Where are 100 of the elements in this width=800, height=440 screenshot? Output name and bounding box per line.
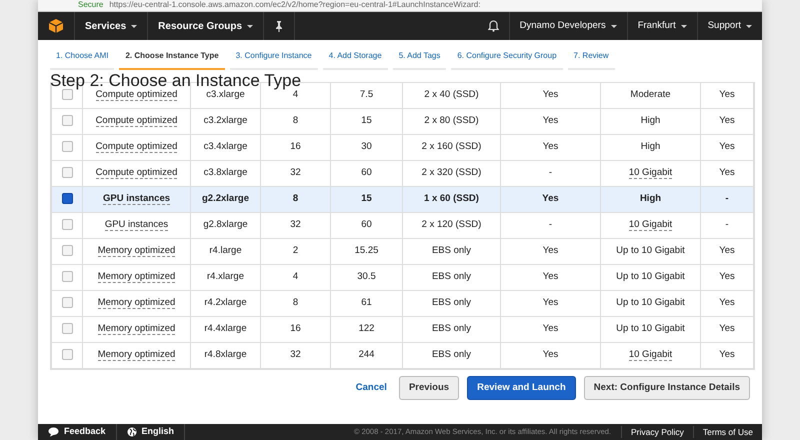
table-cell: Up to 10 Gigabit xyxy=(616,245,685,256)
table-cell: 2 x 320 (SSD) xyxy=(422,167,482,178)
table-cell: - xyxy=(548,167,552,178)
table-cell: 1 x 60 (SSD) xyxy=(424,193,479,204)
table-cell: EBS only xyxy=(432,349,472,360)
table-cell: c3.8xlarge xyxy=(204,167,248,178)
table-cell: - xyxy=(548,219,552,230)
row-checkbox[interactable] xyxy=(62,245,72,256)
nav-menu[interactable]: Services xyxy=(75,12,148,40)
table-cell: Yes xyxy=(542,193,559,204)
row-checkbox[interactable] xyxy=(62,89,72,100)
table-cell: Yes xyxy=(542,349,558,360)
table-cell: Yes xyxy=(719,115,735,126)
table-cell: 15.25 xyxy=(354,245,378,256)
table-cell: Yes xyxy=(542,323,558,334)
table-cell: 2 xyxy=(292,245,298,256)
table-cell: Yes xyxy=(542,115,558,126)
table-cell: GPU instances xyxy=(102,193,170,206)
table-cell: c3.4xlarge xyxy=(204,141,248,152)
table-cell: Yes xyxy=(719,349,735,360)
table-cell: Compute optimized xyxy=(96,115,178,128)
table-cell: Moderate xyxy=(630,89,671,100)
table-cell: r4.4xlarge xyxy=(204,323,247,334)
page-heading: Step 2: Choose an Instance Type xyxy=(50,70,302,90)
table-cell: Compute optimized xyxy=(96,167,178,180)
table-cell: 60 xyxy=(361,167,372,178)
row-checkbox[interactable] xyxy=(62,141,72,152)
table-cell: Memory optimized xyxy=(98,245,176,258)
table-cell: Yes xyxy=(719,245,735,256)
table-cell: 8 xyxy=(292,115,298,126)
address-bar[interactable]: Secure https://eu-central-1.console.aws.amazon.com/ec2/v2/home?region=eu-central-1#LaunchInstanceWizard: xyxy=(38,0,762,12)
table-cell: - xyxy=(725,219,729,230)
table-cell: EBS only xyxy=(432,271,472,282)
row-checkbox[interactable] xyxy=(62,115,72,126)
table-cell: 32 xyxy=(290,219,301,230)
table-cell: Compute optimized xyxy=(96,89,178,102)
wizard-tab[interactable]: 6. Configure Security Group xyxy=(451,50,563,70)
nav-menu[interactable]: Support xyxy=(696,12,762,40)
row-checkbox[interactable] xyxy=(62,323,72,334)
table-cell: Memory optimized xyxy=(98,271,176,284)
nav-menu[interactable]: Frankfurt xyxy=(626,12,697,40)
wizard-tab[interactable]: 2. Choose Instance Type xyxy=(119,50,225,70)
table-cell: Up to 10 Gigabit xyxy=(616,271,685,282)
wizard-tab[interactable]: 5. Add Tags xyxy=(392,50,446,70)
table-cell: Yes xyxy=(719,167,735,178)
table-cell: 10 Gigabit xyxy=(628,349,672,362)
table-cell: c3.xlarge xyxy=(206,89,245,100)
table-cell: g2.2xlarge xyxy=(202,193,249,204)
table-cell: 122 xyxy=(358,323,374,334)
table-cell: 15 xyxy=(361,193,372,204)
table-cell: 15 xyxy=(361,115,372,126)
table-cell: 60 xyxy=(361,219,372,230)
row-checkbox[interactable] xyxy=(62,167,72,178)
primary-button[interactable]: Review and Launch xyxy=(467,376,576,400)
wizard-tab[interactable]: 7. Review xyxy=(568,50,615,70)
table-cell: 2 x 80 (SSD) xyxy=(424,115,479,126)
table-cell: EBS only xyxy=(432,245,472,256)
table-cell: r4.8xlarge xyxy=(204,349,247,360)
table-cell: 2 x 40 (SSD) xyxy=(424,89,479,100)
nav-menu[interactable]: Dynamo Developers xyxy=(508,12,627,40)
table-cell: Yes xyxy=(542,89,558,100)
row-checkbox[interactable] xyxy=(62,297,72,308)
secondary-button[interactable]: Previous xyxy=(398,376,460,400)
pin-icon[interactable] xyxy=(274,20,284,32)
wizard-tab[interactable]: 3. Configure Instance xyxy=(230,50,318,70)
footer-link[interactable]: Terms of Use xyxy=(692,426,762,438)
table-cell: 10 Gigabit xyxy=(628,167,672,180)
bell-icon[interactable] xyxy=(488,20,499,32)
table-cell: 4 xyxy=(292,89,298,100)
row-checkbox[interactable] xyxy=(62,193,72,204)
table-cell: High xyxy=(640,141,660,152)
speech-bubble-icon xyxy=(48,427,59,437)
language-selector[interactable]: English xyxy=(116,424,186,440)
wizard-tab[interactable]: 1. Choose AMI xyxy=(50,50,114,70)
table-cell: 2 x 160 (SSD) xyxy=(422,141,482,152)
table-cell: 16 xyxy=(290,323,301,334)
table-cell: Memory optimized xyxy=(98,349,176,362)
row-checkbox[interactable] xyxy=(62,219,72,230)
secondary-button[interactable]: Next: Configure Instance Details xyxy=(584,376,750,400)
table-cell: g2.8xlarge xyxy=(203,219,248,230)
cancel-link[interactable]: Cancel xyxy=(352,376,391,400)
footer-link[interactable]: Privacy Policy xyxy=(621,426,693,438)
cube-logo-icon[interactable] xyxy=(48,18,64,34)
table-cell: Compute optimized xyxy=(96,141,178,154)
table-cell: Memory optimized xyxy=(98,323,176,336)
table-cell: 4 xyxy=(292,271,298,282)
table-cell: High xyxy=(640,193,662,204)
row-checkbox[interactable] xyxy=(62,271,72,282)
nav-menu[interactable]: Resource Groups xyxy=(148,12,264,40)
table-cell: 16 xyxy=(290,141,301,152)
wizard-tab[interactable]: 4. Add Storage xyxy=(322,50,388,70)
table-cell: r4.large xyxy=(209,245,242,256)
table-cell: 244 xyxy=(358,349,374,360)
table-cell: Up to 10 Gigabit xyxy=(616,297,685,308)
feedback-link[interactable]: Feedback xyxy=(38,424,117,440)
row-checkbox[interactable] xyxy=(62,349,72,360)
table-cell: 30 xyxy=(361,141,372,152)
globe-icon xyxy=(126,427,137,437)
table-cell: Yes xyxy=(719,89,735,100)
table-cell: Yes xyxy=(542,297,558,308)
